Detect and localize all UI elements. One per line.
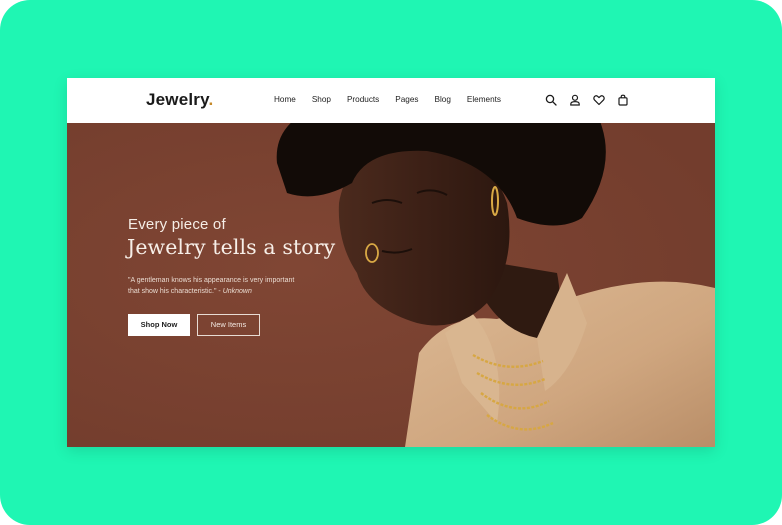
nav-item-shop[interactable]: Shop <box>312 95 331 104</box>
main-nav: Home Shop Products Pages Blog Elements <box>274 95 517 104</box>
shop-now-button[interactable]: Shop Now <box>128 314 190 336</box>
logo[interactable]: Jewelry. <box>146 90 213 110</box>
website-screenshot: Jewelry. Home Shop Products Pages Blog E… <box>67 78 715 447</box>
hero-quote: "A gentleman knows his appearance is ver… <box>128 276 318 297</box>
user-icon[interactable] <box>569 94 581 106</box>
quote-line-2: that show his characteristic." - <box>128 287 223 295</box>
logo-text: Jewelry <box>146 90 209 109</box>
hero-kicker: Every piece of <box>128 216 226 233</box>
nav-item-products[interactable]: Products <box>347 95 379 104</box>
header-icons <box>545 94 629 106</box>
hero-section: Every piece of Jewelry tells a story "A … <box>67 123 715 447</box>
site-header: Jewelry. Home Shop Products Pages Blog E… <box>67 78 715 123</box>
quote-line-1: "A gentleman knows his appearance is ver… <box>128 277 295 284</box>
nav-item-elements[interactable]: Elements <box>467 95 501 104</box>
hero-headline: Jewelry tells a story <box>127 235 336 259</box>
nav-item-home[interactable]: Home <box>274 95 296 104</box>
page-background: Jewelry. Home Shop Products Pages Blog E… <box>0 0 782 525</box>
nav-item-pages[interactable]: Pages <box>395 95 418 104</box>
logo-dot: . <box>208 90 214 109</box>
heart-icon[interactable] <box>593 94 605 106</box>
quote-author: Unknown <box>222 287 252 295</box>
search-icon[interactable] <box>545 94 557 106</box>
bag-icon[interactable] <box>617 94 629 106</box>
new-items-button[interactable]: New Items <box>197 314 260 336</box>
nav-item-blog[interactable]: Blog <box>435 95 451 104</box>
